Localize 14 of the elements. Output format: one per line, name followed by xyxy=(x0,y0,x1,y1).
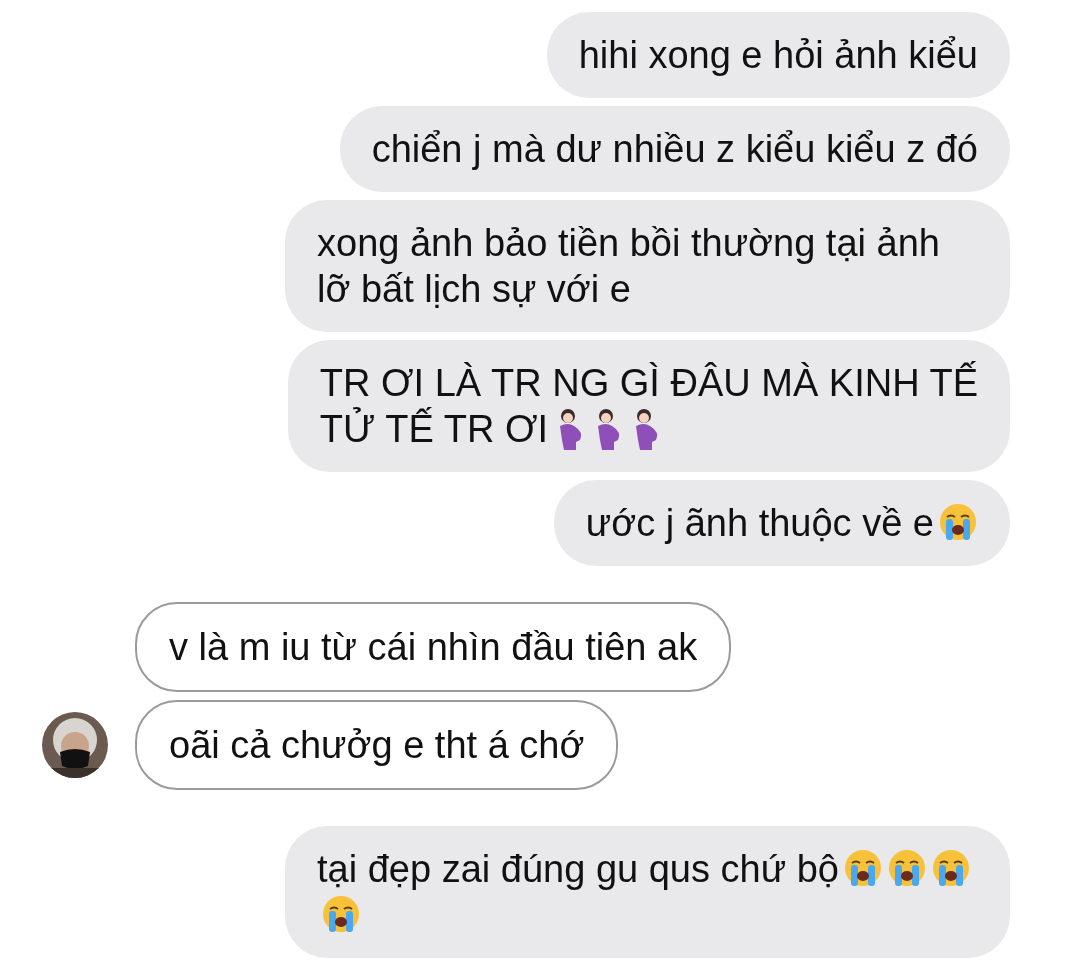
message-text: ước j ãnh thuộc về e xyxy=(585,502,934,544)
crying-face-icon xyxy=(930,848,971,888)
message-text: tại đẹp zai đúng gu qus chứ bộ xyxy=(317,848,839,890)
crying-face-icon xyxy=(938,502,978,542)
crying-face-icon xyxy=(842,848,883,888)
crying-face-icon xyxy=(321,894,361,934)
message-text: v là m iu từ cái nhìn đầu tiên ak xyxy=(169,626,698,668)
crying-face-icon xyxy=(886,848,927,888)
message-text: oãi cả chưởg e tht á chớ xyxy=(169,724,585,766)
message-text: chiển j mà dư nhiều z kiểu kiểu z đó xyxy=(371,128,978,170)
message-text: hihi xong e hỏi ảnh kiểu xyxy=(578,34,978,76)
message-text: xong ảnh bảo tiền bồi thường tại ảnh lỡ bất lịch sự với e xyxy=(317,222,940,310)
message-text: TỬ TẾ TR ƠI xyxy=(319,408,549,450)
message-text: TR ƠI LÀ TR NG GÌ ĐÂU MÀ KINH TẾ xyxy=(319,362,978,404)
